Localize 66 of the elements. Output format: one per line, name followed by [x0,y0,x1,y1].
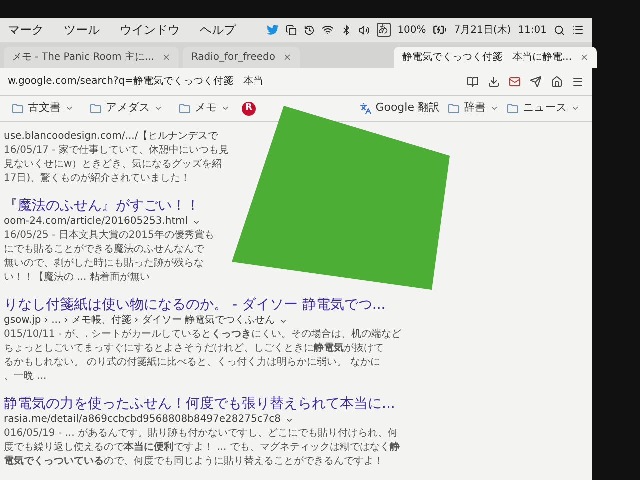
menu-icon[interactable] [572,76,584,88]
result-snippet: 16/05/25 - 日本文具大賞の2015年の優秀賞も [4,229,216,243]
folder-icon [12,102,24,114]
bluetooth-icon[interactable] [340,24,352,36]
folder-icon [179,102,191,114]
close-icon[interactable] [283,53,292,62]
caret-icon [571,104,580,113]
result-snippet: ちょっとしごいてまっすぐにするとよさそうだけれど、しごくときに静電気が抜けて [4,342,385,356]
menu-item[interactable]: ヘルプ [200,21,236,39]
result-snippet: 、一晩 ... [4,370,48,384]
caret-icon [154,104,163,113]
result-snippet: い！！【魔法の ... 粘着面が無い [4,271,151,285]
result-snippet: るかもしれない。 のり式の付箋紙に比べると、くっ付く力は明らかに弱い。 なかに [4,356,382,370]
close-icon[interactable] [580,53,590,62]
result-url: oom-24.com/article/201605253.html [4,215,188,229]
result-snippet: 16/05/17 - 家で仕事していて、休憩中にいつも見 [4,144,230,158]
bookmark-folder[interactable]: 古文書 [8,100,78,117]
clock-icon[interactable] [304,24,315,36]
result-snippet: 見ないくせにw）ときどき、気になるグッズを紹 [4,158,224,172]
folder-icon [507,102,519,114]
result-url: gsow.jp › ... › メモ帳、付箋 › ダイソー 静電気でつくふせん [4,314,276,328]
translate-icon [360,102,372,114]
folder-icon [448,102,460,114]
result-title[interactable]: りなし付箋紙は使い物になるのか。 - ダイソー 静電気でつ... [4,297,588,314]
result-snippet: 015/10/11 - が、. シートがカールしているとくっつきにくい。その場合は、机の端など [4,328,403,342]
result-snippet: 度でも繰り返し使えるので本当に便利ですよ！ ... でも、マグネティックは糊ではなく静 [4,441,401,455]
menu-time: 11:01 [518,24,547,38]
browser-tab[interactable]: メモ - The Panic Room 主に... [4,47,180,68]
bookmark-folder[interactable]: メモ [175,100,234,117]
result-title[interactable]: 静電気の力を使ったふせん！何度でも張り替えられて本当に... [4,396,588,413]
menu-item[interactable]: ウインドウ [120,21,180,39]
result-snippet: 電気でくっついているので、何度でも同じように貼り替えることができるんですよ！ [4,455,385,469]
send-icon[interactable] [530,76,542,88]
browser-tab[interactable]: Radio_for_freedo [183,47,300,68]
bookmark-link[interactable]: Google 翻訳 [356,100,444,117]
result-title[interactable]: 『魔法のふせん』がすごい！！ [4,198,588,215]
caret-icon [221,104,230,113]
result-url: rasia.me/detail/a869ccbcbd9568808b8497e28275c7c8 [4,413,282,427]
result-url: use.blancoodesign.com/.../【ヒルナンデスで [4,130,218,144]
caret-icon [65,104,74,113]
bookmark-folder[interactable]: 辞書 [444,100,503,117]
copy-icon[interactable] [286,24,297,36]
battery-percent: 100% [398,24,426,38]
close-icon[interactable] [162,53,172,62]
folder-icon [90,102,102,114]
input-mode[interactable]: あ [376,23,391,37]
result-snippet: 17日)、驚くものが紹介されていました！ [4,172,192,186]
download-icon[interactable] [488,76,500,88]
result-snippet: 無いので、剥がした時にも貼った跡が残らな [4,257,205,271]
search-icon[interactable] [554,24,565,36]
browser-tab[interactable]: 静電気でくっつく付箋 本当に静電... [394,47,598,68]
home-icon[interactable] [551,76,563,88]
bookmark-logo[interactable]: R [242,102,256,116]
bookmark-folder[interactable]: アメダス [86,100,167,117]
menu-date: 7月21日(木) [454,24,512,38]
menu-item[interactable]: ツール [64,21,100,39]
mail-icon[interactable] [509,76,521,88]
caret-icon [490,104,499,113]
volume-icon[interactable] [358,24,370,36]
result-snippet: 016/05/19 - ... があるんです。貼り跡も付かないですし、どこにでも貼り付けられ、何 [4,427,399,441]
result-snippet: にでも貼ることができる魔法のふせんなんで [4,243,205,257]
battery-icon[interactable] [433,23,448,37]
bookmark-folder[interactable]: ニュース [503,100,584,117]
bird-icon[interactable] [266,24,279,36]
menu-item[interactable]: マーク [8,21,44,39]
book-icon[interactable] [467,76,479,88]
